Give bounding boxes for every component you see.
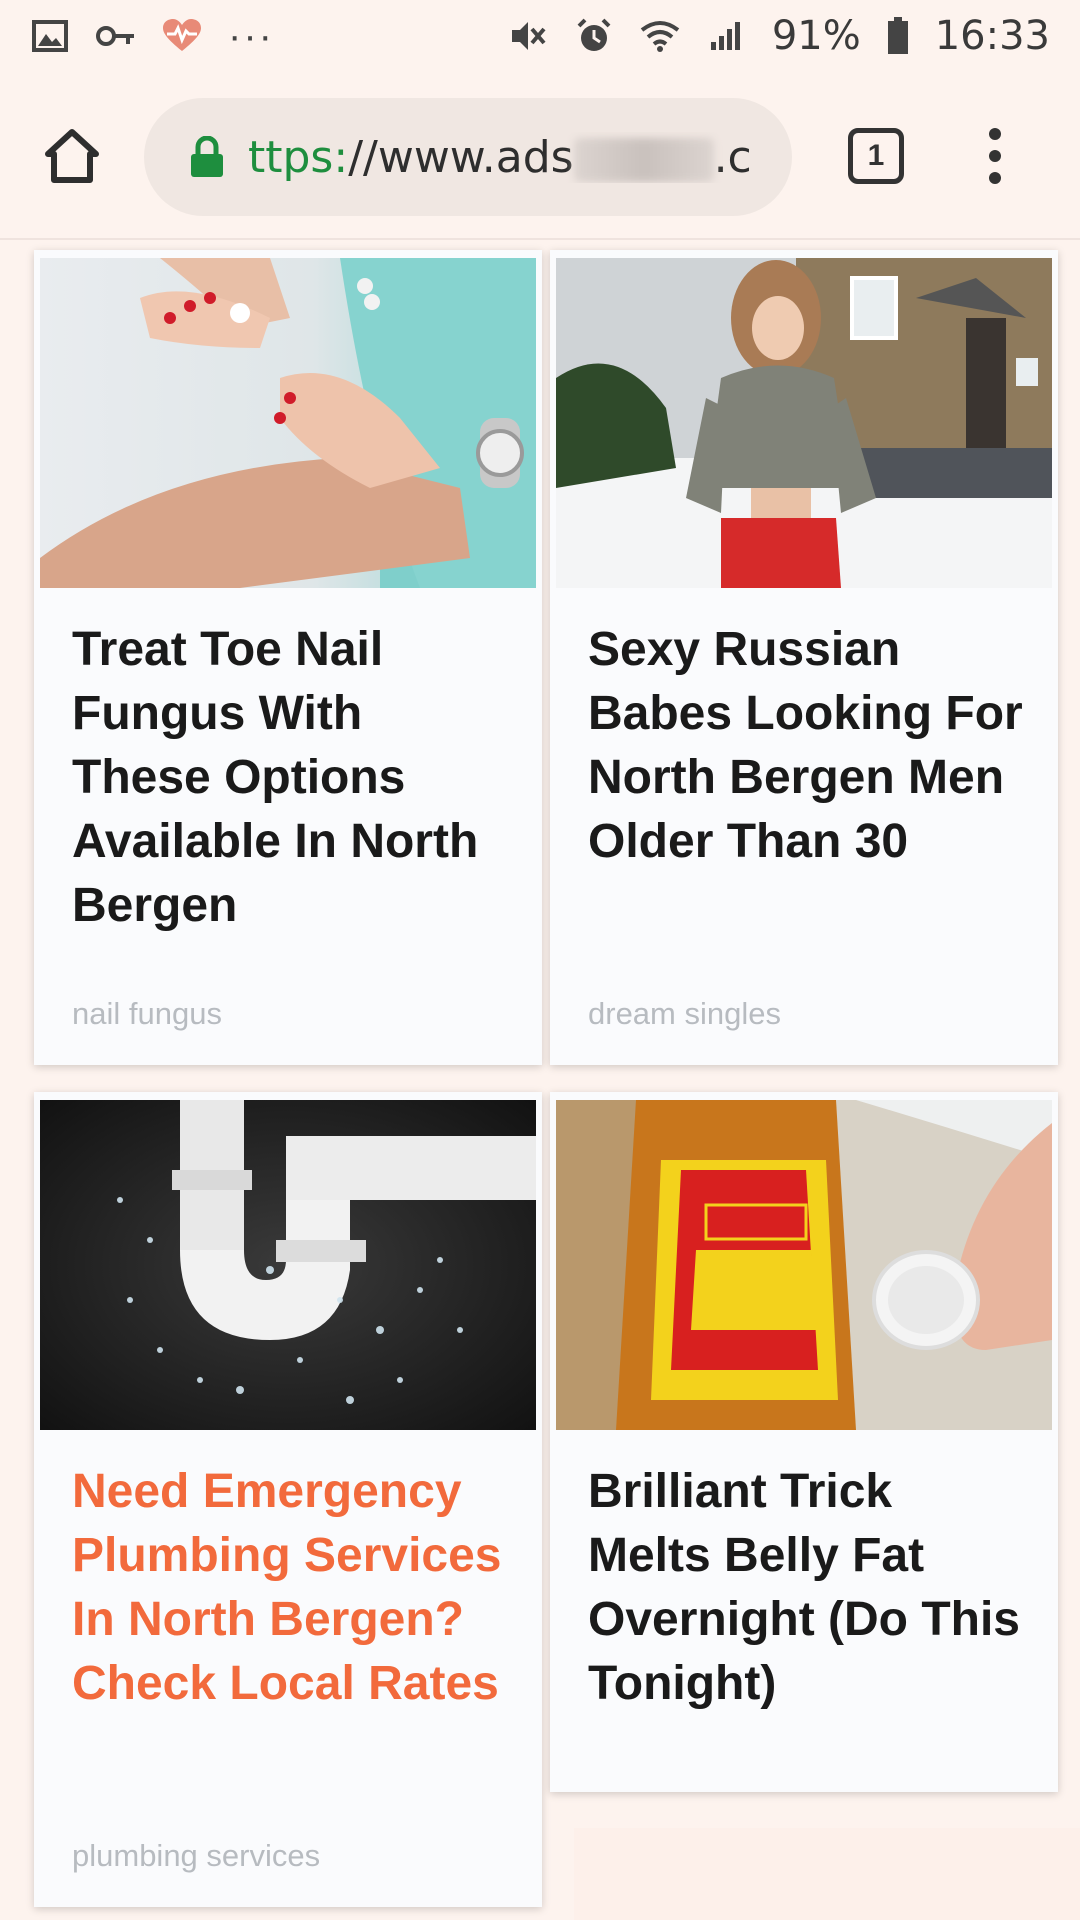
ad-title[interactable]: Brilliant Trick Melts Belly Fat Overnigh… — [588, 1460, 1028, 1716]
url-text: ttps://www.ads .c — [248, 132, 752, 183]
heart-pulse-icon — [162, 16, 202, 56]
ad-title[interactable]: Sexy Russian Babes Looking For North Ber… — [588, 618, 1028, 874]
hands-foot-care-photo — [40, 258, 536, 588]
menu-dot-icon — [989, 150, 1001, 162]
status-bar-left: ··· — [30, 14, 274, 59]
ad-title[interactable]: Need Emergency Plumbing Services In Nort… — [72, 1460, 512, 1716]
woman-snow-house-photo — [556, 258, 1052, 588]
status-bar-right: 91% 16:33 — [508, 13, 1050, 59]
wifi-icon — [640, 16, 680, 56]
home-button[interactable] — [40, 124, 104, 188]
battery-percent: 91% — [771, 13, 861, 59]
ad-card[interactable]: Sexy Russian Babes Looking For North Ber… — [550, 250, 1058, 1065]
key-icon — [96, 16, 136, 56]
next-card-placeholder — [574, 1828, 1080, 1920]
status-bar: ··· 91% 16:33 — [0, 0, 1080, 72]
tab-switcher-button[interactable]: 1 — [848, 128, 904, 184]
signal-icon — [706, 16, 746, 56]
url-redacted — [573, 137, 714, 182]
home-icon — [45, 129, 99, 183]
image-icon — [30, 16, 70, 56]
url-host-start: //www.ads — [348, 131, 574, 183]
menu-dot-icon — [989, 128, 1001, 140]
mute-icon — [508, 16, 548, 56]
battery-icon — [887, 16, 909, 56]
url-scheme: ttps: — [248, 131, 349, 183]
alarm-icon — [574, 16, 614, 56]
more-notifications-icon: ··· — [228, 13, 274, 58]
browser-toolbar: ttps://www.ads .c 1 — [0, 72, 1080, 240]
ad-category: plumbing services — [72, 1838, 321, 1873]
overflow-menu-button[interactable] — [980, 124, 1010, 188]
ad-category: dream singles — [588, 996, 781, 1031]
vinegar-bottle-photo — [556, 1100, 1052, 1430]
url-bar[interactable]: ttps://www.ads .c — [144, 98, 792, 216]
menu-dot-icon — [989, 172, 1001, 184]
url-host-end: .c — [713, 131, 752, 183]
clock: 16:33 — [934, 13, 1050, 59]
ad-title[interactable]: Treat Toe Nail Fungus With These Options… — [72, 618, 512, 938]
ad-category: nail fungus — [72, 996, 222, 1031]
leaking-pipe-photo — [40, 1100, 536, 1430]
ad-grid: Treat Toe Nail Fungus With These Options… — [0, 240, 1080, 1920]
lock-icon — [191, 136, 223, 177]
ad-card[interactable]: Treat Toe Nail Fungus With These Options… — [34, 250, 542, 1065]
ad-card[interactable]: Brilliant Trick Melts Belly Fat Overnigh… — [550, 1092, 1058, 1792]
ad-card[interactable]: Need Emergency Plumbing Services In Nort… — [34, 1092, 542, 1907]
